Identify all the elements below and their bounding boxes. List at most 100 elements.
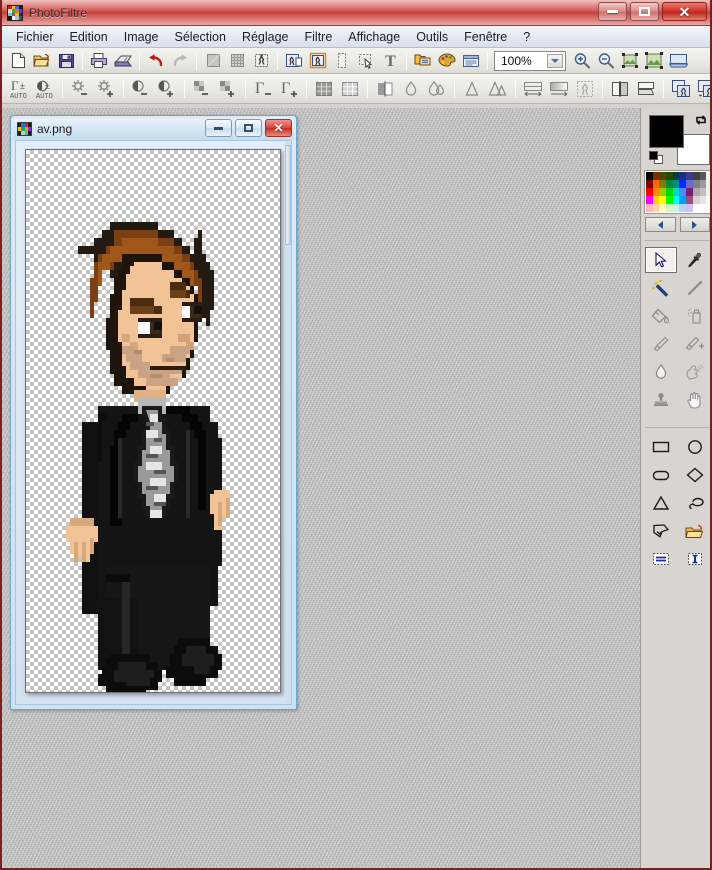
contrast-down-button[interactable] (128, 76, 154, 102)
grid-dark-button[interactable] (311, 76, 337, 102)
palette-swatch[interactable] (666, 172, 673, 180)
preview-button[interactable] (459, 50, 483, 72)
palette-swatch[interactable] (686, 188, 693, 196)
palette-swatch[interactable] (686, 172, 693, 180)
palette-swatch[interactable] (706, 180, 710, 188)
shape-open-folder[interactable] (679, 518, 711, 544)
palette-swatch[interactable] (679, 196, 687, 204)
cut-button[interactable] (249, 50, 273, 72)
tool-spray-can[interactable] (679, 303, 711, 329)
menu-fenetre[interactable]: Fenêtre (456, 28, 515, 46)
chevron-down-icon[interactable] (547, 53, 563, 68)
menu-image[interactable]: Image (116, 28, 167, 46)
print-button[interactable] (87, 50, 111, 72)
fullscreen-button[interactable] (666, 50, 690, 72)
palette-swatch[interactable] (699, 196, 707, 204)
document-vertical-scrollbar[interactable] (285, 141, 291, 704)
fit-window-button[interactable] (642, 50, 666, 72)
contrast-up-button[interactable] (154, 76, 180, 102)
redo-button[interactable] (168, 50, 192, 72)
document-window[interactable]: av.png ✕ (10, 115, 297, 710)
color-palette[interactable] (644, 170, 710, 214)
canvas-frame[interactable] (25, 149, 281, 693)
undo-button[interactable] (144, 50, 168, 72)
paste-button[interactable] (225, 50, 249, 72)
paste-as-image-button[interactable] (282, 50, 306, 72)
palette-swatch[interactable] (679, 172, 687, 180)
menu-filtre[interactable]: Filtre (297, 28, 341, 46)
palette-swatch[interactable] (679, 180, 687, 188)
gradient-h-button[interactable] (520, 76, 546, 102)
tool-clone-stamp[interactable] (645, 387, 677, 413)
palette-swatch[interactable] (706, 172, 710, 180)
shape-rectangle[interactable] (645, 434, 677, 460)
palette-swatch[interactable] (659, 204, 667, 212)
flip-v-button[interactable] (633, 76, 659, 102)
palette-swatch[interactable] (692, 196, 700, 204)
image-canvas[interactable] (26, 150, 280, 692)
dither-button[interactable] (372, 76, 398, 102)
tool-magic-wand[interactable] (645, 275, 677, 301)
palette-swatch[interactable] (672, 172, 680, 180)
frame-button[interactable] (330, 50, 354, 72)
tool-smudge[interactable] (679, 359, 711, 385)
doc-maximize-button[interactable] (235, 119, 262, 137)
palette-swatch[interactable] (686, 180, 693, 188)
palette-swatch[interactable] (666, 188, 673, 196)
palette-swatch[interactable] (692, 188, 700, 196)
shape-horizontal-lines[interactable] (645, 546, 677, 572)
palette-swatch[interactable] (672, 180, 680, 188)
tool-water-drop[interactable] (645, 359, 677, 385)
text-tool-button[interactable]: T (378, 50, 402, 72)
tool-hand[interactable] (679, 387, 711, 413)
palette-swatch[interactable] (659, 180, 667, 188)
doc-minimize-button[interactable] (205, 119, 232, 137)
palette-swatch[interactable] (706, 204, 710, 212)
menu-help[interactable]: ? (515, 28, 538, 46)
scanner-button[interactable] (111, 50, 135, 72)
paste-into-selection-button[interactable] (306, 50, 330, 72)
palette-swatch[interactable] (672, 196, 680, 204)
zoom-out-button[interactable] (594, 50, 618, 72)
palette-swatch[interactable] (686, 204, 693, 212)
save-file-button[interactable] (54, 50, 78, 72)
palette-next-button[interactable] (679, 217, 710, 232)
menu-edition[interactable]: Edition (62, 28, 116, 46)
menu-affichage[interactable]: Affichage (340, 28, 408, 46)
menu-fichier[interactable]: Fichier (8, 28, 62, 46)
zoom-in-button[interactable] (570, 50, 594, 72)
maximize-button[interactable] (630, 2, 659, 21)
menu-reglage[interactable]: Réglage (234, 28, 297, 46)
transparency-button[interactable] (572, 76, 598, 102)
saturation-up-button[interactable] (215, 76, 241, 102)
palette-swatch[interactable] (692, 180, 700, 188)
tool-paintbrush-advanced[interactable] (679, 331, 711, 357)
brightness-down-button[interactable] (67, 76, 93, 102)
palette-swatch[interactable] (659, 188, 667, 196)
palette-swatch[interactable] (646, 196, 653, 204)
shape-polygon[interactable] (645, 518, 677, 544)
palette-swatch[interactable] (652, 204, 660, 212)
palette-swatch[interactable] (699, 172, 707, 180)
auto-contrast-button[interactable]: ± AUTO (32, 76, 58, 102)
shape-ellipse[interactable] (679, 434, 711, 460)
rotate-left-button[interactable] (668, 76, 694, 102)
sharpen-button[interactable] (459, 76, 485, 102)
palette-swatch[interactable] (646, 172, 653, 180)
palette-swatch[interactable] (666, 180, 673, 188)
scrollbar-thumb[interactable] (285, 145, 291, 245)
tool-line[interactable] (679, 275, 711, 301)
new-file-button[interactable] (6, 50, 30, 72)
palette-swatch[interactable] (686, 196, 693, 204)
brightness-up-button[interactable] (93, 76, 119, 102)
palette-swatch[interactable] (652, 172, 660, 180)
palette-swatch[interactable] (666, 204, 673, 212)
default-colors-icon[interactable] (649, 151, 663, 164)
tool-selection-arrow[interactable] (644, 247, 677, 273)
copy-button[interactable] (201, 50, 225, 72)
palette-swatch[interactable] (652, 188, 660, 196)
palette-swatch[interactable] (692, 204, 700, 212)
mdi-workspace[interactable]: av.png ✕ (2, 108, 640, 868)
zoom-level-combobox[interactable]: 100% (494, 50, 566, 71)
doc-close-button[interactable]: ✕ (265, 119, 292, 137)
